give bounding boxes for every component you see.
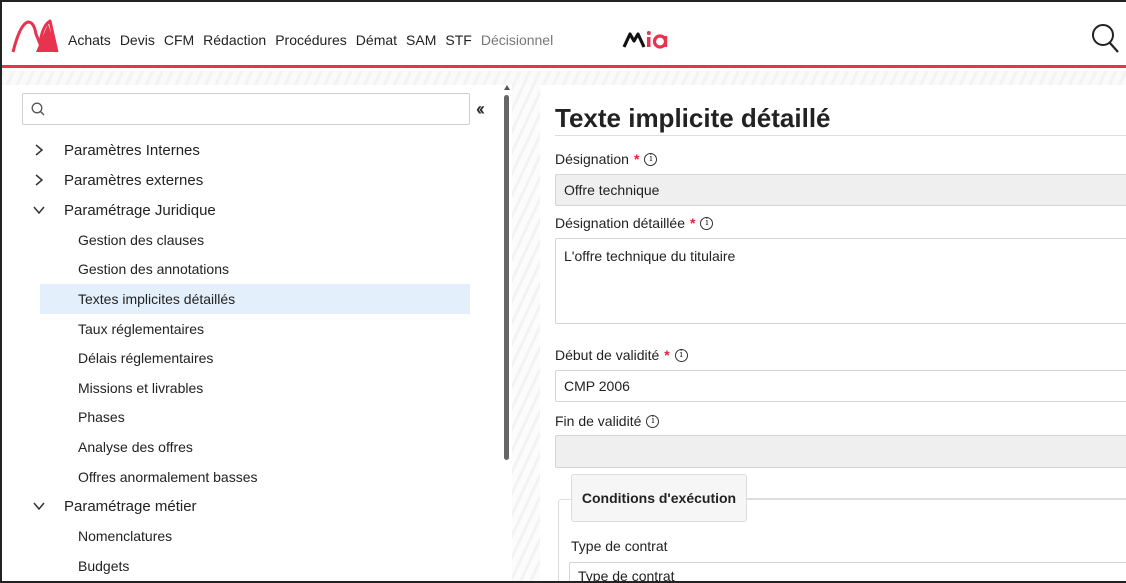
debut-validite-label: Début de validité * i (555, 347, 688, 363)
nav-item-devis[interactable]: Devis (120, 32, 155, 48)
info-icon[interactable]: i (700, 216, 714, 230)
app-window: Achats Devis CFM Rédaction Procédures Dé… (0, 0, 1126, 583)
search-icon (31, 102, 45, 116)
nav-item-sam[interactable]: SAM (406, 32, 436, 48)
nav-item-stf[interactable]: STF (445, 32, 471, 48)
sidebar-item-label: Paramètres externes (64, 171, 204, 189)
required-marker: * (664, 347, 670, 363)
designation-label: Désignation * i (555, 151, 658, 167)
title-divider (555, 135, 1126, 136)
required-marker: * (633, 151, 640, 167)
sidebar-item-parametres-externes[interactable]: Paramètres externes (2, 165, 502, 195)
chevron-down-icon (24, 501, 54, 511)
designation-detaillee-field[interactable]: L'offre technique du titulaire (555, 238, 1126, 324)
info-icon[interactable]: i (646, 414, 660, 428)
type-contrat-select[interactable]: Type de contrat (569, 562, 1126, 581)
sidebar-subitem-nomenclatures[interactable]: Nomenclatures (2, 521, 470, 551)
page-title: Texte implicite détaillé (555, 103, 831, 133)
main-content: Texte implicite détaillé Désignation * i… (540, 85, 1126, 581)
fin-validite-label: Fin de validité i (555, 413, 660, 429)
sidebar-item-label: Paramètres Internes (64, 141, 200, 159)
sidebar: ‹‹ Paramètres Internes Paramètres extern… (2, 85, 540, 581)
mia-logo-icon[interactable] (622, 29, 670, 49)
scroll-up-arrow-icon[interactable] (504, 85, 510, 90)
sidebar-item-label: Paramétrage métier (64, 497, 197, 515)
type-contrat-label: Type de contrat (571, 538, 668, 554)
sidebar-item-label: Paramétrage Juridique (64, 201, 216, 219)
main-menu: Achats Devis CFM Rédaction Procédures Dé… (68, 32, 553, 48)
decorative-strip (2, 71, 1126, 85)
panel-top-border (746, 498, 1126, 499)
sidebar-item-parametres-internes[interactable]: Paramètres Internes (2, 135, 502, 165)
sidebar-scrollbar[interactable] (504, 95, 509, 460)
search-icon[interactable] (1090, 22, 1120, 54)
collapse-sidebar-icon[interactable]: ‹‹ (476, 99, 485, 120)
sidebar-subitem-analyse-offres[interactable]: Analyse des offres (2, 432, 470, 462)
chevron-right-icon (24, 174, 54, 186)
debut-validite-select[interactable]: CMP 2006 (555, 370, 1126, 402)
top-navbar: Achats Devis CFM Rédaction Procédures Dé… (2, 2, 1126, 68)
sidebar-tree: Paramètres Internes Paramètres externes … (2, 135, 502, 581)
nav-item-achats[interactable]: Achats (68, 32, 111, 48)
chevron-right-icon (24, 144, 54, 156)
sidebar-subitem-phases[interactable]: Phases (2, 403, 470, 433)
sidebar-subitem-taux-reglementaires[interactable]: Taux réglementaires (2, 314, 470, 344)
sidebar-subitem-gestion-clauses[interactable]: Gestion des clauses (2, 225, 470, 255)
sidebar-subitem-delais-reglementaires[interactable]: Délais réglementaires (2, 343, 470, 373)
tab-conditions-execution[interactable]: Conditions d'exécution (571, 474, 747, 522)
sidebar-item-parametrage-juridique[interactable]: Paramétrage Juridique (2, 195, 502, 225)
fin-validite-field[interactable] (555, 435, 1126, 468)
sidebar-subitem-textes-implicites[interactable]: Textes implicites détaillés (40, 284, 470, 314)
nav-item-demat[interactable]: Démat (356, 32, 397, 48)
chevron-down-icon (24, 205, 54, 215)
sidebar-search-input[interactable] (22, 93, 470, 125)
designation-field[interactable]: Offre technique (555, 174, 1126, 206)
sidebar-subitem-missions-livrables[interactable]: Missions et livrables (2, 373, 470, 403)
designation-detaillee-label: Désignation détaillée * i (555, 215, 714, 231)
brand-logo-icon[interactable] (10, 16, 60, 56)
sidebar-item-parametrage-metier[interactable]: Paramétrage métier (2, 491, 502, 521)
sidebar-subitem-offres-anormalement-basses[interactable]: Offres anormalement basses (2, 462, 470, 492)
panel-divider[interactable] (512, 85, 540, 581)
nav-item-cfm[interactable]: CFM (164, 32, 194, 48)
nav-item-redaction[interactable]: Rédaction (203, 32, 266, 48)
nav-item-decisionnel[interactable]: Décisionnel (481, 32, 553, 48)
required-marker: * (689, 215, 696, 231)
info-icon[interactable]: i (644, 152, 658, 166)
sidebar-subitem-gestion-annotations[interactable]: Gestion des annotations (2, 255, 470, 285)
sidebar-subitem-budgets[interactable]: Budgets (2, 551, 470, 581)
info-icon[interactable]: i (674, 348, 688, 362)
nav-item-procedures[interactable]: Procédures (275, 32, 347, 48)
